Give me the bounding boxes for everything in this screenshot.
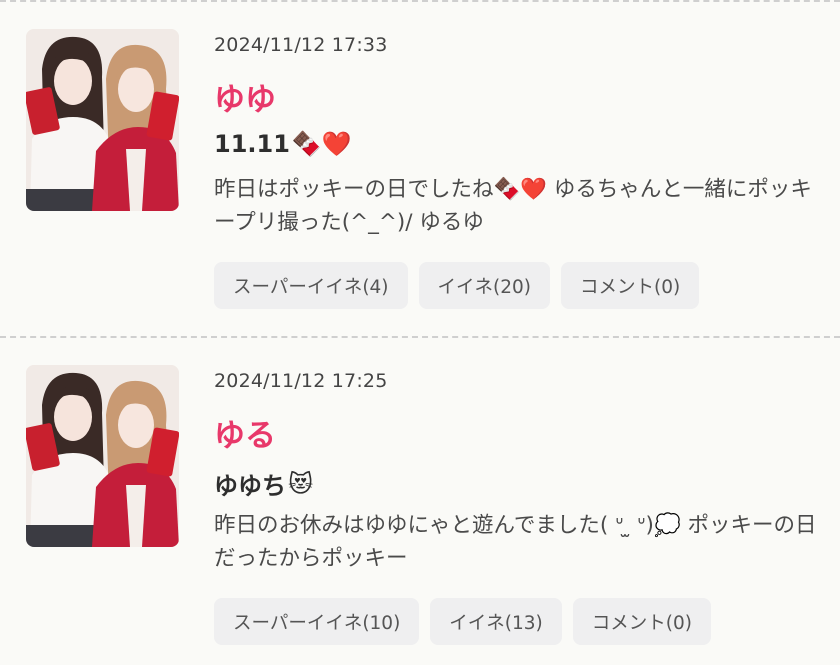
super-like-button[interactable]: スーパーイイネ(10) [214,598,420,645]
like-button[interactable]: イイネ(20) [418,262,551,309]
post-body: 昨日はポッキーの日でしたね🍫❤️ ゆるちゃんと一緒にポッキープリ撮った(^_^)… [214,177,812,235]
post-body: 昨日のお休みはゆゆにゃと遊んでました( ᐡ ̫ ᐡ)💭 ポッキーの日だったからポ… [214,513,817,571]
post-title: ゆゆち 😻 [214,466,313,501]
post-card: 2024/11/12 17:25 ゆる ゆゆち 😻 昨日のお休みはゆゆにゃと遊ん… [0,337,840,665]
post-title-text: 11.11 [214,130,290,158]
post-title: 11.11 🍫❤️ [214,130,352,158]
post-photo[interactable] [26,365,179,547]
post-photo[interactable] [26,29,179,211]
comment-button[interactable]: コメント(0) [561,262,700,309]
post-actions: スーパーイイネ(10) イイネ(13) コメント(0) [214,598,711,645]
heart-eyes-cat-icon: 😻 [288,469,314,498]
post-author[interactable]: ゆゆ [214,74,276,119]
post-actions: スーパーイイネ(4) イイネ(20) コメント(0) [214,262,700,309]
post-author[interactable]: ゆる [214,410,276,455]
post-date: 2024/11/12 17:33 [214,34,388,56]
post-title-text: ゆゆち [214,472,286,500]
chocolate-heart-icon: 🍫❤️ [291,130,352,158]
timeline: 2024/11/12 17:33 ゆゆ 11.11 🍫❤️ 昨日はポッキーの日で… [0,0,840,665]
like-button[interactable]: イイネ(13) [430,598,562,645]
post-date: 2024/11/12 17:25 [214,370,388,392]
post-card: 2024/11/12 17:33 ゆゆ 11.11 🍫❤️ 昨日はポッキーの日で… [0,0,840,336]
comment-button[interactable]: コメント(0) [572,598,711,645]
super-like-button[interactable]: スーパーイイネ(4) [214,262,408,309]
